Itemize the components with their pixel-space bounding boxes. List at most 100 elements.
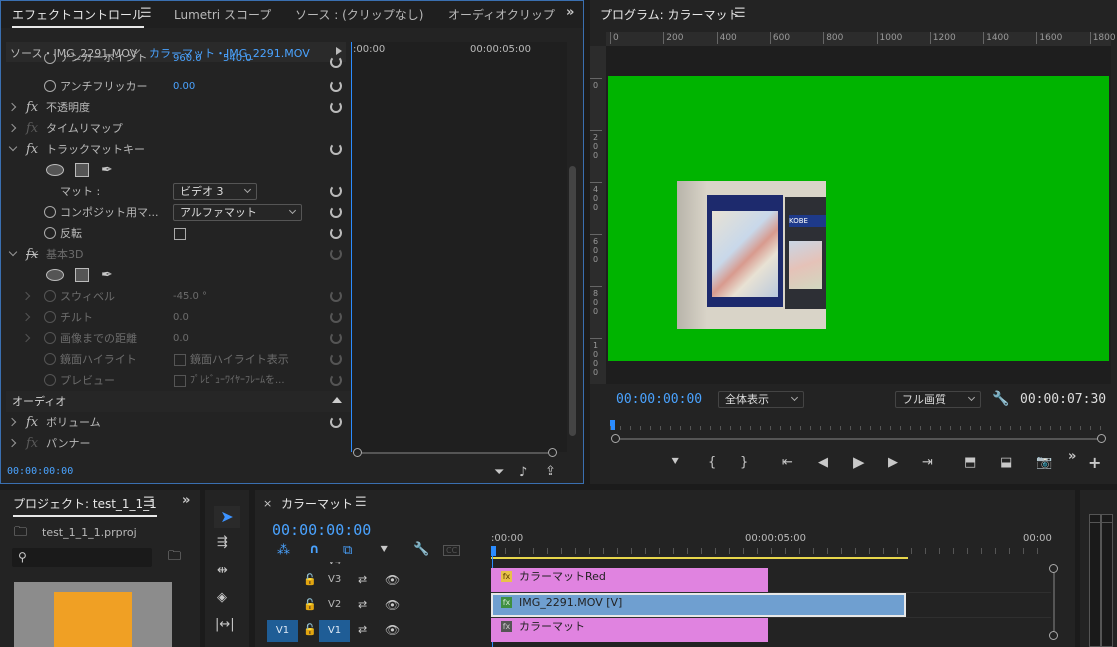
close-tab-icon[interactable]: × bbox=[263, 497, 272, 511]
project-file[interactable]: test_1_1_1.prproj bbox=[42, 526, 137, 539]
reset-icon[interactable] bbox=[330, 206, 342, 218]
more-tabs-icon[interactable]: » bbox=[566, 6, 574, 20]
panel-menu-icon[interactable]: ☰ bbox=[143, 496, 155, 510]
sync-lock-icon[interactable]: ⇄ bbox=[358, 598, 367, 612]
more-icon[interactable]: » bbox=[1068, 450, 1076, 464]
mark-in-icon[interactable]: { bbox=[708, 456, 716, 470]
reset-icon[interactable] bbox=[330, 185, 342, 197]
fx-icon[interactable]: fx bbox=[26, 97, 38, 118]
row-volume[interactable]: fx ボリューム bbox=[6, 412, 351, 433]
export-icon[interactable]: ⇪ bbox=[545, 465, 556, 479]
ellipse-mask-icon[interactable] bbox=[46, 164, 64, 176]
row-basic-3d[interactable]: fx 基本3D bbox=[6, 244, 351, 265]
audio-note-icon[interactable]: ♪ bbox=[519, 466, 527, 480]
effect-scrollbar[interactable] bbox=[569, 166, 576, 436]
fx-disabled-icon[interactable]: fx bbox=[26, 244, 38, 265]
zoom-bar[interactable] bbox=[362, 452, 548, 454]
timeline-settings-icon[interactable]: 🔧 bbox=[413, 543, 429, 557]
program-scrubber[interactable] bbox=[610, 420, 1110, 443]
eye-icon[interactable]: 👁 bbox=[385, 573, 400, 587]
pen-mask-icon[interactable]: ✒ bbox=[101, 268, 113, 282]
rectangle-mask-icon[interactable] bbox=[75, 163, 89, 177]
v-zoom-handle-top[interactable] bbox=[1049, 564, 1058, 573]
marker-icon[interactable]: ⯆ bbox=[670, 456, 680, 470]
anchor-x-value[interactable]: 960.0 bbox=[173, 54, 202, 69]
captions-badge[interactable]: CC bbox=[443, 545, 461, 556]
scrubber-end-handle[interactable] bbox=[1097, 434, 1106, 443]
timeline-title[interactable]: カラーマット bbox=[281, 495, 353, 512]
lock-icon[interactable]: 🔓 bbox=[303, 573, 317, 587]
zoom-handle-right[interactable] bbox=[548, 448, 557, 457]
row-time-remap[interactable]: fx タイムリマップ bbox=[6, 118, 351, 139]
track-select-tool-icon[interactable]: ⇶ bbox=[217, 536, 228, 550]
ripple-edit-tool-icon[interactable]: ⇹ bbox=[217, 564, 228, 578]
tab-source[interactable]: ソース : (クリップなし) bbox=[295, 6, 423, 23]
clip-img-2291[interactable]: fx IMG_2291.MOV [V] bbox=[491, 593, 906, 617]
reset-icon[interactable] bbox=[330, 143, 342, 155]
panel-menu-icon[interactable]: ☰ bbox=[355, 496, 367, 510]
tab-lumetri-scope[interactable]: Lumetri スコープ bbox=[174, 6, 271, 23]
expand-arrow-icon[interactable] bbox=[7, 438, 17, 448]
play-icon[interactable]: ▶ bbox=[853, 455, 865, 470]
lock-icon[interactable]: 🔓 bbox=[303, 623, 317, 637]
sync-lock-icon[interactable]: ⇄ bbox=[358, 573, 367, 587]
linked-selection-icon[interactable]: ⧉ bbox=[343, 544, 352, 558]
extract-icon[interactable]: ⬓ bbox=[1000, 456, 1012, 470]
clip-colormatte[interactable]: fx カラーマット bbox=[491, 618, 768, 642]
panel-menu-icon[interactable]: ☰ bbox=[734, 7, 746, 21]
expand-arrow-icon[interactable] bbox=[7, 123, 17, 133]
go-to-out-icon[interactable]: ⇥ bbox=[922, 456, 933, 470]
step-forward-icon[interactable]: ▶ bbox=[888, 456, 898, 470]
matte-dropdown[interactable]: ビデオ 3 bbox=[173, 183, 257, 200]
row-panner[interactable]: fx パンナー bbox=[6, 433, 351, 454]
work-area-bar[interactable] bbox=[491, 557, 908, 559]
stopwatch-icon[interactable] bbox=[44, 80, 56, 92]
expand-arrow-icon[interactable] bbox=[21, 333, 31, 343]
effect-bottom-time[interactable]: 00:00:00:00 bbox=[7, 466, 73, 477]
filter-icon[interactable]: ⏷ bbox=[494, 466, 504, 480]
new-bin-icon[interactable]: 🗀 bbox=[168, 550, 181, 564]
zoom-dropdown[interactable]: 全体表示 bbox=[718, 391, 804, 408]
composite-dropdown[interactable]: アルファマット bbox=[173, 204, 302, 221]
fx-icon[interactable]: fx bbox=[26, 412, 38, 433]
mark-out-icon[interactable]: } bbox=[740, 456, 748, 470]
wrench-icon[interactable]: 🔧 bbox=[992, 392, 1009, 406]
tab-audio-clip[interactable]: オーディオクリップ bbox=[448, 6, 555, 23]
row-opacity[interactable]: fx 不透明度 bbox=[6, 97, 351, 118]
anchor-y-value[interactable]: 540.0 bbox=[223, 54, 252, 69]
fx-icon[interactable]: fx bbox=[26, 139, 38, 160]
rectangle-mask-icon[interactable] bbox=[75, 268, 89, 282]
scrubber-bar[interactable] bbox=[620, 438, 1098, 440]
reset-icon[interactable] bbox=[330, 416, 342, 428]
eye-icon[interactable]: 👁 bbox=[385, 623, 400, 637]
program-current-time[interactable]: 00:00:00:00 bbox=[616, 392, 702, 407]
reverse-checkbox[interactable] bbox=[174, 228, 186, 240]
project-thumbnail[interactable] bbox=[14, 582, 172, 647]
source-patch-v1[interactable]: V1 bbox=[267, 620, 298, 642]
expand-arrow-icon[interactable] bbox=[21, 312, 31, 322]
add-marker-icon[interactable]: ⯆ bbox=[379, 544, 389, 558]
snap-magnet-icon[interactable]: ∩ bbox=[309, 543, 320, 557]
stopwatch-icon[interactable] bbox=[44, 227, 56, 239]
reset-icon[interactable] bbox=[330, 101, 342, 113]
program-canvas[interactable]: KOBE bbox=[606, 46, 1111, 384]
sync-lock-icon[interactable]: ⇄ bbox=[358, 623, 367, 637]
quality-dropdown[interactable]: フル画質 bbox=[895, 391, 981, 408]
scroll-up-icon[interactable] bbox=[332, 397, 342, 403]
panel-menu-icon[interactable]: ☰ bbox=[140, 7, 152, 21]
program-title[interactable]: プログラム: カラーマット bbox=[600, 6, 740, 23]
expand-arrow-icon[interactable] bbox=[7, 417, 17, 427]
stopwatch-icon[interactable] bbox=[44, 54, 56, 64]
eye-icon[interactable]: 👁 bbox=[385, 598, 400, 612]
reset-icon[interactable] bbox=[330, 56, 342, 68]
collapse-arrow-icon[interactable] bbox=[8, 247, 18, 257]
selection-tool-icon[interactable]: ➤ bbox=[214, 506, 240, 528]
pen-mask-icon[interactable]: ✒ bbox=[101, 163, 113, 177]
reset-icon[interactable] bbox=[330, 80, 342, 92]
masked-clip-image[interactable]: KOBE bbox=[677, 181, 826, 329]
ellipse-mask-icon[interactable] bbox=[46, 269, 64, 281]
step-back-icon[interactable]: ◀ bbox=[818, 456, 828, 470]
timeline-current-time[interactable]: 00:00:00:00 bbox=[272, 521, 371, 539]
expand-arrow-icon[interactable] bbox=[21, 291, 31, 301]
track-label-v1[interactable]: V1 bbox=[319, 620, 350, 642]
